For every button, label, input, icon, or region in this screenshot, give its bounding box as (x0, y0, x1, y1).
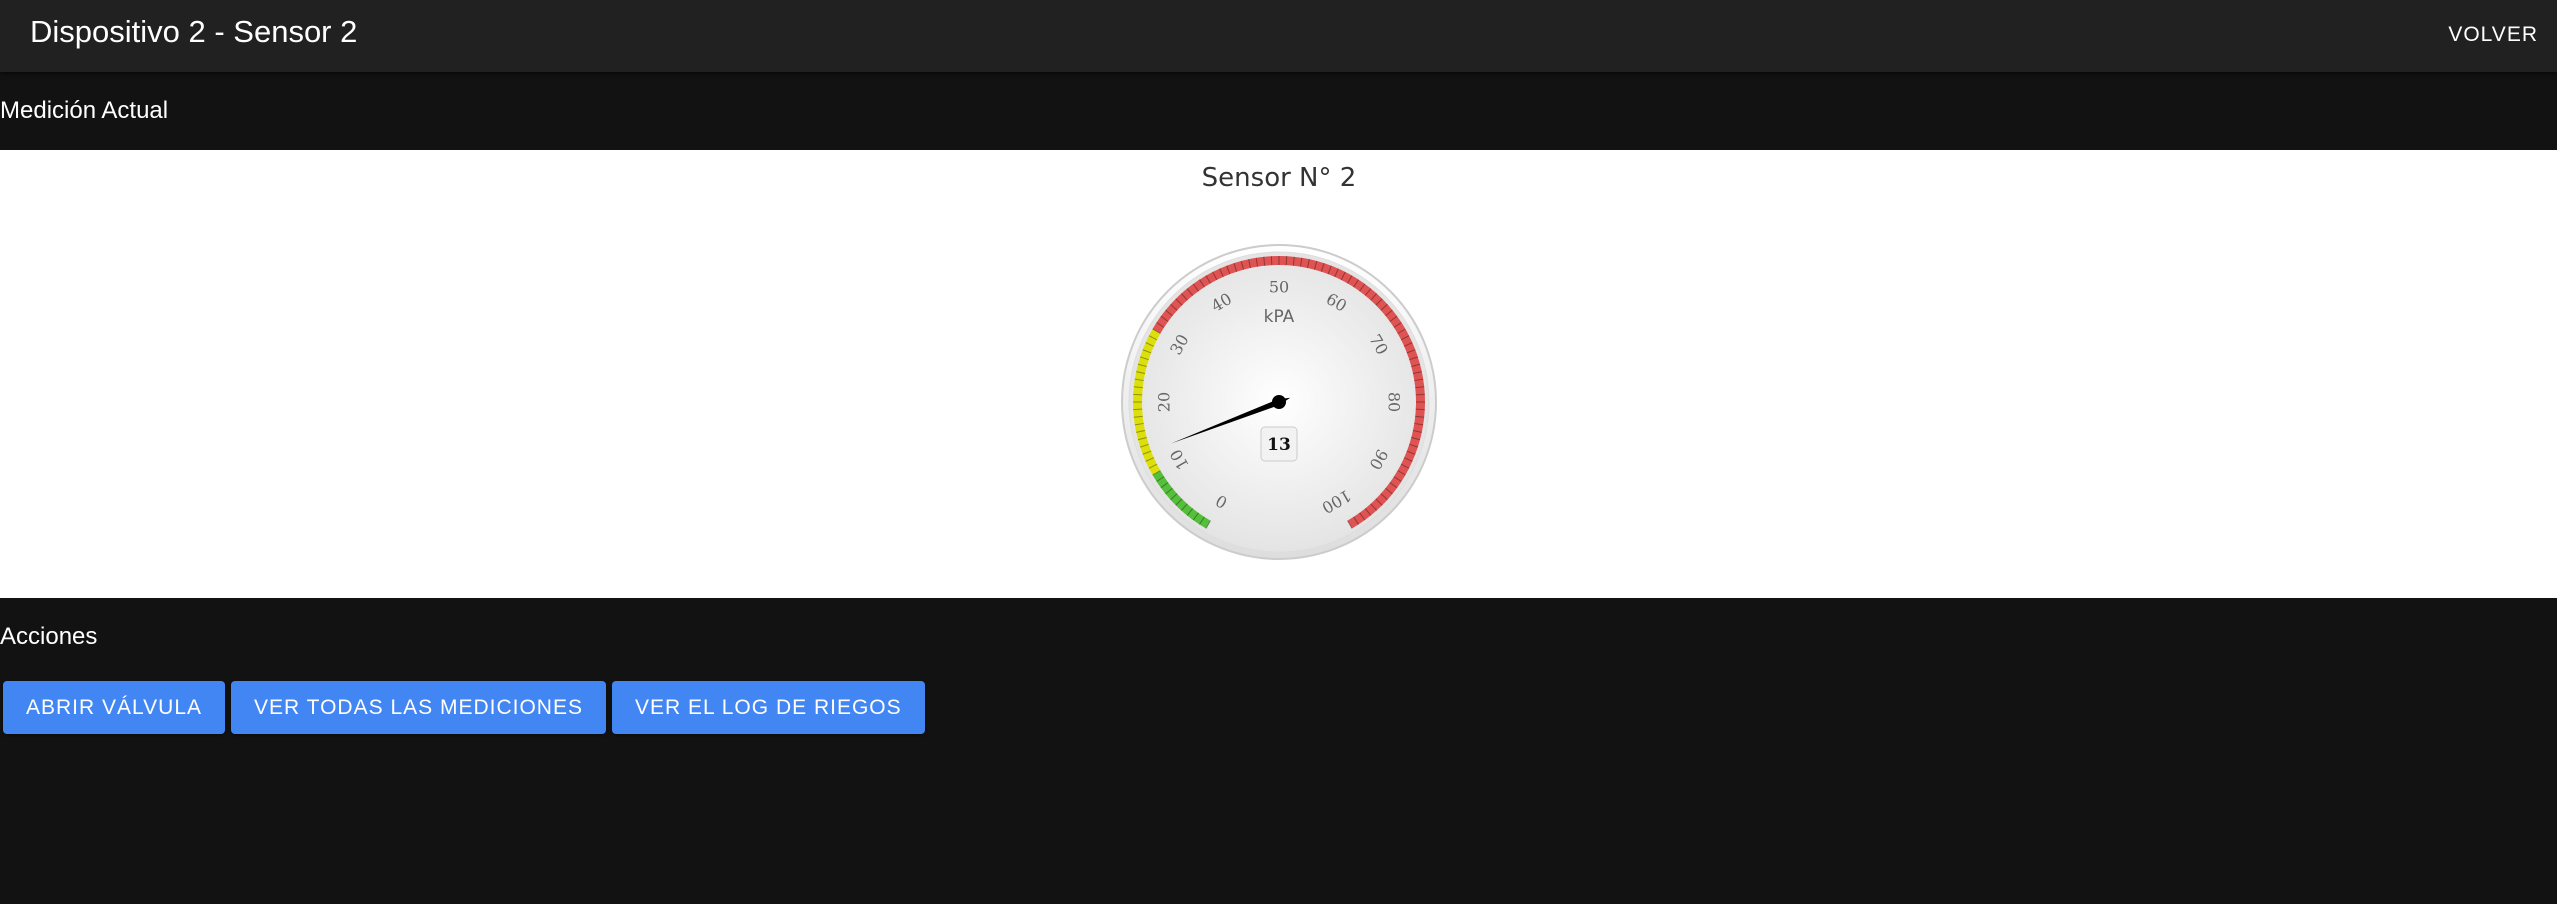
current-measurement-heading: Medición Actual (0, 97, 169, 124)
gauge-tick-label: 20 (1155, 392, 1174, 412)
gauge-tick-label: 50 (1269, 278, 1289, 297)
gauge-unit-label: kPA (1264, 307, 1295, 327)
view-all-measurements-button[interactable]: VER TODAS LAS MEDICIONES (231, 681, 606, 734)
page-title: Dispositivo 2 - Sensor 2 (30, 14, 358, 49)
gauge-value-label: 13 (1267, 435, 1291, 455)
gauge-tick-label: 80 (1385, 392, 1404, 412)
app-bar: Dispositivo 2 - Sensor 2 VOLVER (0, 0, 2557, 72)
gauge-pivot (1272, 395, 1286, 409)
pressure-gauge: Sensor N° 2 0102030405060708090100kPA13 (1121, 163, 1437, 560)
actions-heading: Acciones (0, 623, 98, 650)
open-valve-button[interactable]: ABRIR VÁLVULA (3, 681, 226, 734)
actions-toolbar: ABRIR VÁLVULA VER TODAS LAS MEDICIONES V… (3, 681, 925, 734)
view-irrigation-log-button[interactable]: VER EL LOG DE RIEGOS (612, 681, 925, 734)
back-button[interactable]: VOLVER (2448, 14, 2538, 56)
gauge-title: Sensor N° 2 (1202, 163, 1357, 193)
gauge-panel: Sensor N° 2 0 10 20 30 40 50 60 70 80 90 100 kPA 13 (0, 150, 2557, 598)
